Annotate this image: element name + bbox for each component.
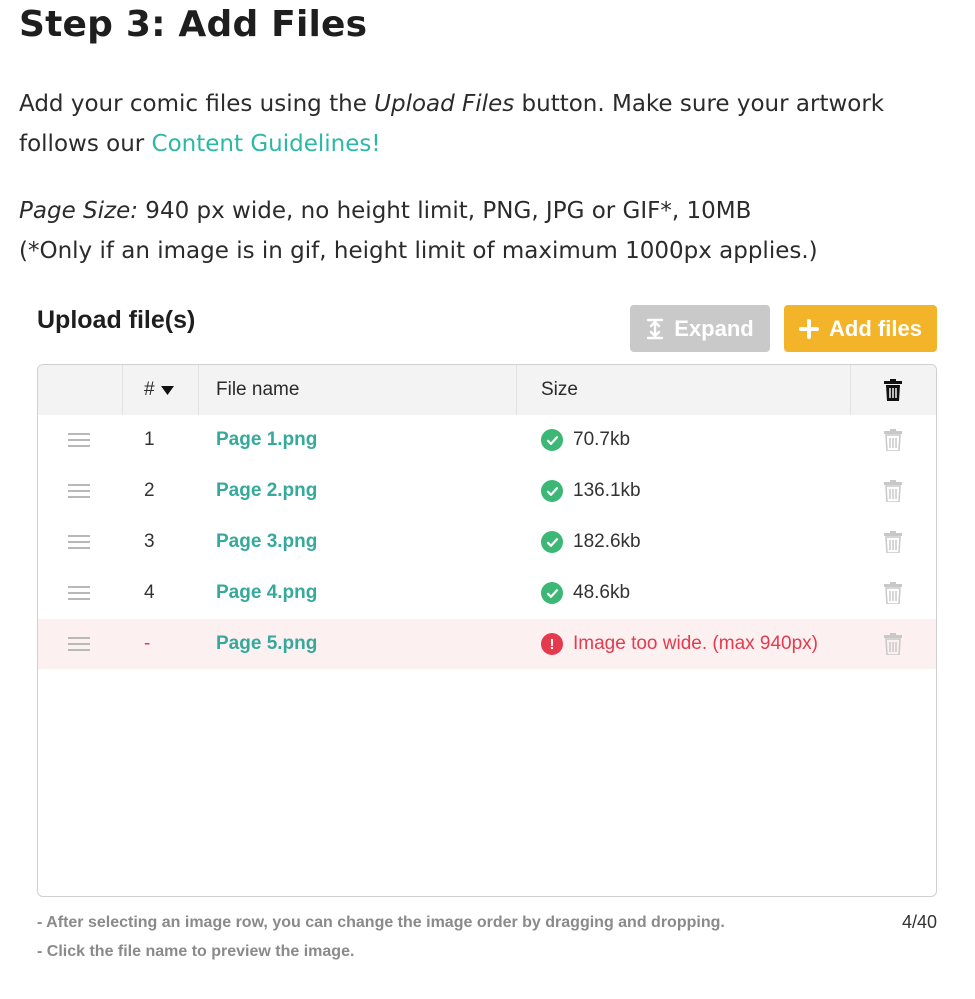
gif-note: (*Only if an image is in gif, height lim… bbox=[19, 238, 818, 264]
add-files-button-label: Add files bbox=[829, 315, 922, 341]
upload-panel-title: Upload file(s) bbox=[37, 306, 196, 334]
plus-icon bbox=[799, 318, 820, 339]
table-header: # File name Size bbox=[38, 365, 936, 415]
file-size-text: 70.7kb bbox=[573, 429, 631, 450]
intro-emphasis: Upload Files bbox=[374, 91, 515, 117]
drag-handle-icon[interactable] bbox=[68, 415, 90, 465]
exclamation-circle-icon: ! bbox=[541, 633, 563, 655]
expand-button[interactable]: Expand bbox=[630, 305, 770, 352]
trash-icon bbox=[884, 480, 902, 502]
row-number: 1 bbox=[144, 429, 155, 450]
intro-text: button. Make sure your artwork bbox=[514, 91, 885, 117]
page-size-specs: Page Size: 940 px wide, no height limit,… bbox=[19, 191, 959, 271]
delete-all-button[interactable] bbox=[882, 365, 904, 415]
page-count: 4/40 bbox=[901, 912, 937, 932]
drag-handle-icon[interactable] bbox=[68, 568, 90, 618]
delete-row-button[interactable] bbox=[882, 619, 904, 669]
column-divider bbox=[850, 365, 851, 415]
table-row[interactable]: - Page 5.png! Image too wide. (max 940px) bbox=[38, 619, 936, 669]
footnotes: - After selecting an image row, you can … bbox=[37, 908, 725, 966]
delete-row-button[interactable] bbox=[882, 415, 904, 465]
size-header: Size bbox=[541, 379, 578, 400]
table-row[interactable]: 1 Page 1.png 70.7kb bbox=[38, 415, 936, 465]
file-size-status: 48.6kb bbox=[541, 568, 630, 618]
file-size-status: 136.1kb bbox=[541, 466, 641, 516]
file-name-link[interactable]: Page 2.png bbox=[216, 466, 317, 516]
file-table: # File name Size 1 Page 1.png 70.7kb 2 Page … bbox=[37, 364, 937, 897]
trash-icon bbox=[884, 429, 902, 451]
delete-row-button[interactable] bbox=[882, 517, 904, 567]
page-size-text: 940 px wide, no height limit, PNG, JPG o… bbox=[138, 198, 752, 224]
file-name-link[interactable]: Page 5.png bbox=[216, 619, 317, 669]
number-column-label: # bbox=[144, 379, 155, 400]
drag-handle-icon[interactable] bbox=[68, 466, 90, 516]
file-size-status: 182.6kb bbox=[541, 517, 641, 567]
check-circle-icon bbox=[541, 429, 563, 451]
table-row[interactable]: 3 Page 3.png 182.6kb bbox=[38, 517, 936, 567]
trash-icon bbox=[884, 582, 902, 604]
row-number: - bbox=[144, 633, 151, 654]
content-guidelines-link[interactable]: Content Guidelines! bbox=[152, 131, 381, 157]
page-size-label: Page Size: bbox=[19, 198, 138, 224]
file-name-link[interactable]: Page 1.png bbox=[216, 415, 317, 465]
table-row[interactable]: 2 Page 2.png 136.1kb bbox=[38, 466, 936, 516]
delete-row-button[interactable] bbox=[882, 568, 904, 618]
check-circle-icon bbox=[541, 582, 563, 604]
expand-button-label: Expand bbox=[674, 315, 754, 341]
file-size-text: 136.1kb bbox=[573, 480, 641, 501]
expand-vertical-icon bbox=[646, 318, 664, 340]
column-divider bbox=[516, 365, 517, 415]
trash-icon bbox=[884, 379, 902, 401]
file-name-link[interactable]: Page 3.png bbox=[216, 517, 317, 567]
row-number: 3 bbox=[144, 531, 155, 552]
delete-row-button[interactable] bbox=[882, 466, 904, 516]
file-name-header: File name bbox=[216, 379, 300, 400]
file-size-text: 182.6kb bbox=[573, 531, 641, 552]
page-title: Step 3: Add Files bbox=[19, 4, 368, 45]
column-divider bbox=[198, 365, 199, 415]
file-size-text: Image too wide. (max 940px) bbox=[573, 633, 819, 654]
file-name-link[interactable]: Page 4.png bbox=[216, 568, 317, 618]
trash-icon bbox=[884, 531, 902, 553]
caret-down-icon bbox=[160, 385, 174, 395]
column-divider bbox=[122, 365, 123, 415]
preview-hint: - Click the file name to preview the ima… bbox=[37, 943, 355, 960]
drag-hint: - After selecting an image row, you can … bbox=[37, 914, 725, 931]
table-row[interactable]: 4 Page 4.png 48.6kb bbox=[38, 568, 936, 618]
row-number: 2 bbox=[144, 480, 155, 501]
file-size-status: 70.7kb bbox=[541, 415, 630, 465]
file-size-text: 48.6kb bbox=[573, 582, 631, 603]
drag-handle-icon[interactable] bbox=[68, 517, 90, 567]
intro-paragraph: Add your comic files using the Upload Fi… bbox=[19, 84, 959, 164]
sort-by-number-header[interactable]: # bbox=[144, 365, 174, 415]
intro-text: follows our bbox=[19, 131, 152, 157]
file-size-status: ! Image too wide. (max 940px) bbox=[541, 619, 818, 669]
intro-text: Add your comic files using the bbox=[19, 91, 375, 117]
drag-handle-icon[interactable] bbox=[68, 619, 90, 669]
trash-icon bbox=[884, 633, 902, 655]
check-circle-icon bbox=[541, 480, 563, 502]
row-number: 4 bbox=[144, 582, 155, 603]
add-files-button[interactable]: Add files bbox=[784, 305, 937, 352]
check-circle-icon bbox=[541, 531, 563, 553]
